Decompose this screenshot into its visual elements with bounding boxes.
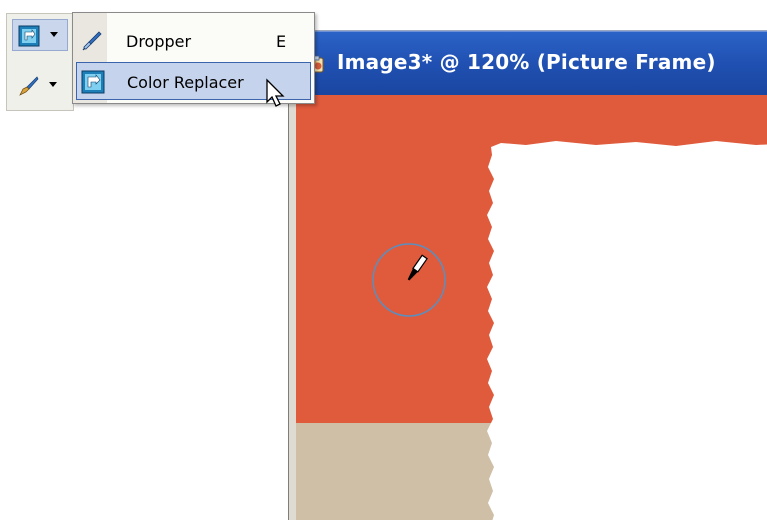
window-title: Image3* @ 120% (Picture Frame) bbox=[337, 50, 716, 74]
dropper-icon bbox=[82, 31, 102, 51]
brush-icon bbox=[19, 76, 39, 96]
chevron-down-icon[interactable] bbox=[49, 82, 57, 87]
image-canvas[interactable] bbox=[296, 95, 767, 520]
color-replacer-icon bbox=[81, 70, 105, 94]
color-replacer-tool-button[interactable] bbox=[12, 19, 68, 51]
menu-item-shortcut: E bbox=[276, 32, 287, 51]
frame-lower-band bbox=[296, 423, 496, 520]
menu-item-label: Color Replacer bbox=[127, 73, 244, 92]
brush-tool-button[interactable] bbox=[12, 70, 68, 102]
tools-panel bbox=[6, 13, 74, 111]
canvas-artwork bbox=[296, 95, 767, 520]
mouse-pointer-icon bbox=[266, 78, 285, 107]
title-bar[interactable]: Image3* @ 120% (Picture Frame) bbox=[289, 31, 767, 95]
menu-item-dropper[interactable]: Dropper E bbox=[76, 22, 311, 60]
frame-inner-area bbox=[487, 141, 767, 520]
chevron-down-icon[interactable] bbox=[50, 32, 58, 37]
menu-item-label: Dropper bbox=[126, 32, 192, 51]
image-window[interactable]: Image3* @ 120% (Picture Frame) bbox=[288, 30, 767, 520]
color-replacer-icon bbox=[18, 25, 40, 47]
